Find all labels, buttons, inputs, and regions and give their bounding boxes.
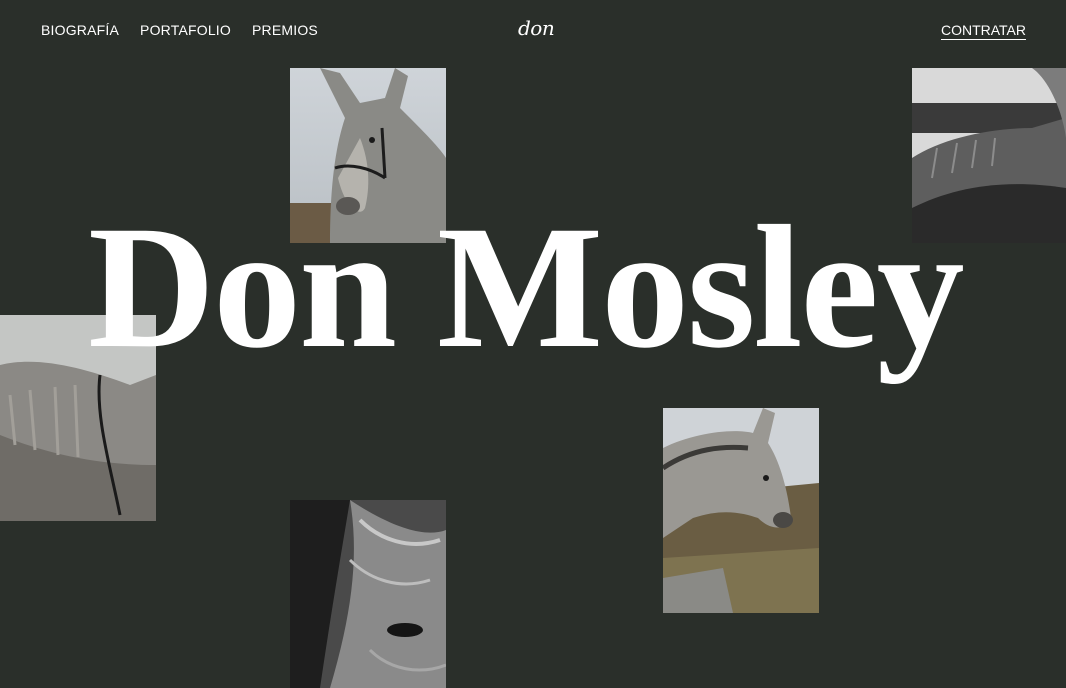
photo-donkey-portrait-halter[interactable] bbox=[290, 68, 446, 243]
photo-donkey-body-halter[interactable] bbox=[0, 315, 156, 521]
nav-link-biografia[interactable]: BIOGRAFÍA bbox=[41, 22, 119, 38]
site-header: BIOGRAFÍA PORTAFOLIO PREMIOS don CONTRAT… bbox=[0, 0, 1066, 62]
main-nav: BIOGRAFÍA PORTAFOLIO PREMIOS bbox=[41, 22, 318, 38]
photo-donkey-closeup-bw[interactable] bbox=[290, 500, 446, 688]
photo-donkey-profile-field[interactable] bbox=[663, 408, 819, 613]
contratar-link[interactable]: CONTRATAR bbox=[940, 22, 1026, 40]
logo[interactable]: don bbox=[518, 16, 555, 40]
nav-link-portafolio[interactable]: PORTAFOLIO bbox=[140, 22, 231, 38]
hero-title: Don Mosley bbox=[88, 190, 965, 385]
nav-link-premios[interactable]: PREMIOS bbox=[252, 22, 318, 38]
photo-donkey-back-bw[interactable] bbox=[912, 68, 1066, 243]
